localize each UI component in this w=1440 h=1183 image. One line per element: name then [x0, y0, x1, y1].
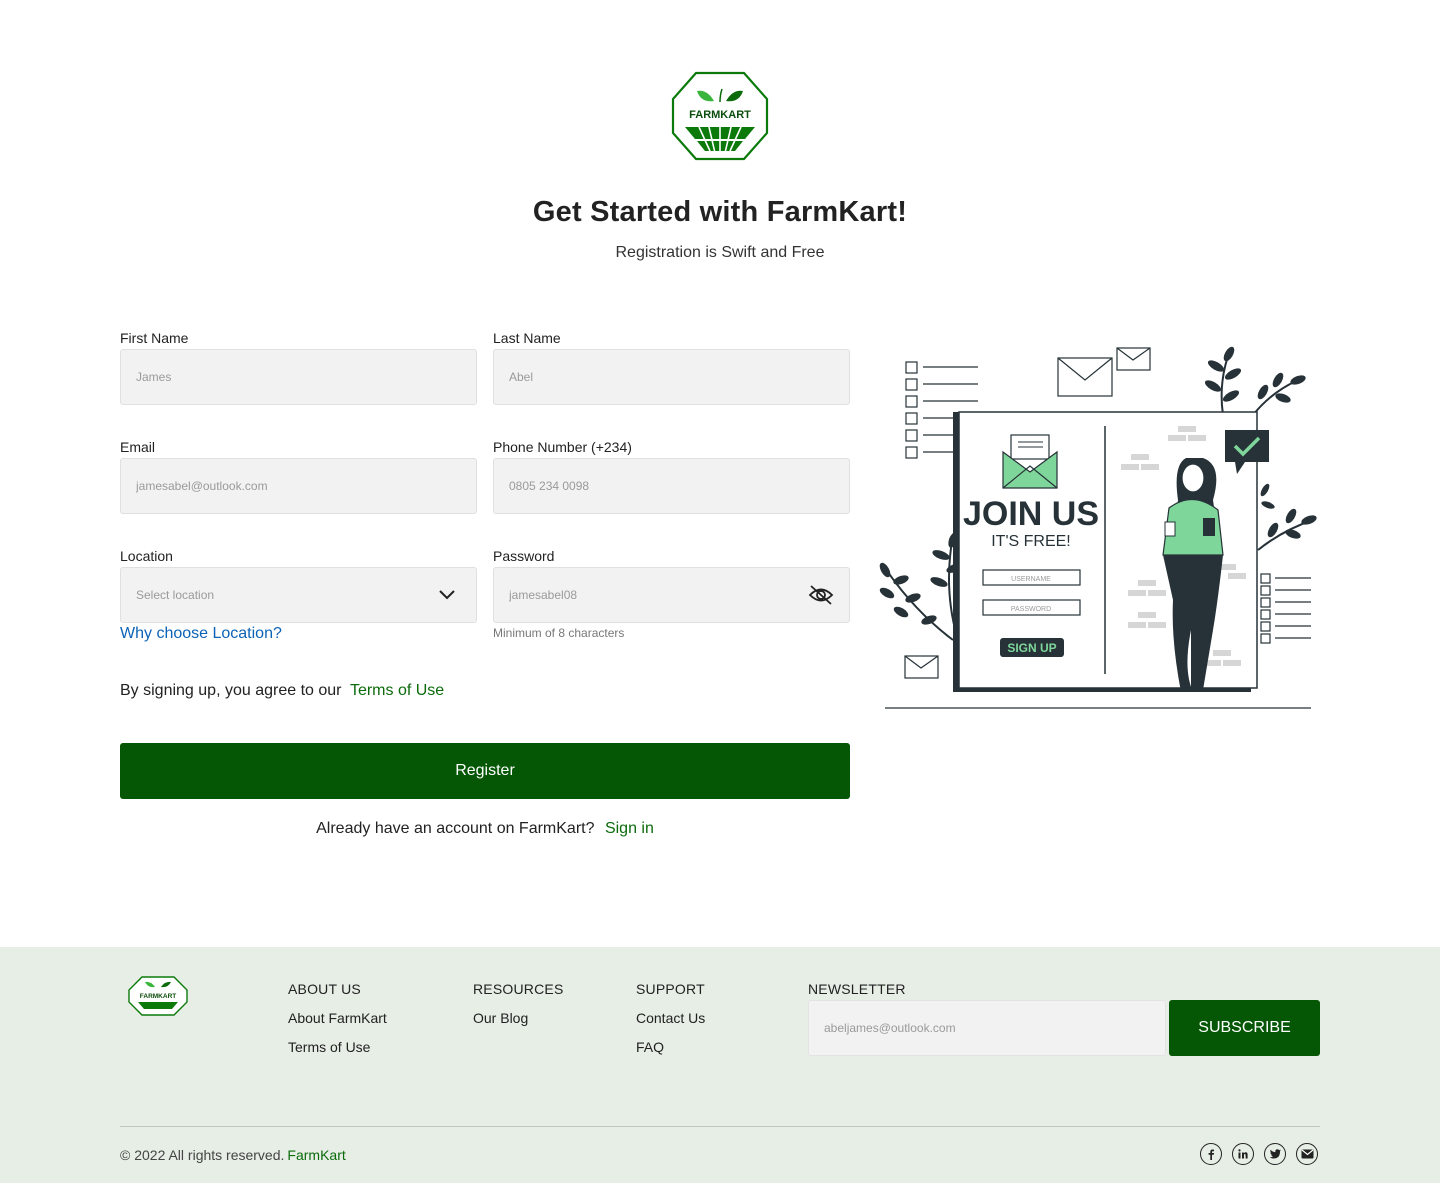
email-input[interactable] [136, 479, 461, 493]
svg-text:SIGN UP: SIGN UP [1007, 641, 1056, 655]
social-links [1200, 1143, 1318, 1165]
svg-text:IT'S FREE!: IT'S FREE! [991, 533, 1071, 550]
chevron-down-icon[interactable] [433, 581, 461, 609]
page-title: Get Started with FarmKart! [532, 196, 908, 228]
phone-label: Phone Number (+234) [493, 439, 632, 455]
copyright: © 2022 All rights reserved. FarmKart [120, 1147, 346, 1163]
why-location-link[interactable]: Why choose Location? [120, 625, 282, 643]
password-input[interactable] [509, 588, 808, 602]
terms-prefix: By signing up, you agree to our [120, 682, 342, 699]
phone-input[interactable] [509, 479, 834, 493]
svg-text:FARMKART: FARMKART [140, 993, 176, 1000]
facebook-icon[interactable] [1200, 1143, 1222, 1165]
svg-text:PASSWORD: PASSWORD [1011, 606, 1051, 613]
subscribe-button[interactable]: SUBSCRIBE [1169, 1000, 1320, 1056]
last-name-field[interactable] [493, 349, 850, 405]
footer-link-faq[interactable]: FAQ [636, 1039, 664, 1055]
svg-text:FARMKART: FARMKART [689, 109, 751, 121]
last-name-label: Last Name [493, 330, 561, 346]
twitter-icon[interactable] [1264, 1143, 1286, 1165]
terms-link[interactable]: Terms of Use [350, 682, 444, 699]
last-name-input[interactable] [509, 370, 834, 384]
password-label: Password [493, 548, 555, 564]
footer-support-title: SUPPORT [636, 981, 705, 997]
email-label: Email [120, 439, 156, 455]
location-placeholder: Select location [136, 588, 215, 602]
footer-logo[interactable]: FARMKART [128, 976, 188, 1016]
password-hint: Minimum of 8 characters [493, 626, 625, 640]
svg-text:JOIN US: JOIN US [963, 495, 1099, 533]
footer-link-contact[interactable]: Contact Us [636, 1010, 705, 1026]
footer-newsletter-title: NEWSLETTER [808, 981, 906, 997]
mail-icon[interactable] [1296, 1143, 1318, 1165]
location-label: Location [120, 548, 173, 564]
signin-prefix: Already have an account on FarmKart? [316, 820, 595, 837]
footer-link-about-farmkart[interactable]: About FarmKart [288, 1010, 387, 1026]
terms-notice: By signing up, you agree to our Terms of… [120, 682, 444, 700]
eye-off-icon[interactable] [808, 581, 834, 609]
join-us-illustration: JOIN US IT'S FREE! USERNAME PASSWORD SIG… [873, 340, 1323, 715]
footer-link-blog[interactable]: Our Blog [473, 1010, 528, 1026]
newsletter-email-input[interactable] [824, 1021, 1150, 1035]
footer-divider [120, 1126, 1320, 1127]
svg-text:USERNAME: USERNAME [1011, 576, 1051, 583]
copyright-text: © 2022 All rights reserved. [120, 1147, 285, 1163]
first-name-field[interactable] [120, 349, 477, 405]
first-name-input[interactable] [136, 370, 461, 384]
linkedin-icon[interactable] [1232, 1143, 1254, 1165]
location-select[interactable]: Select location [120, 567, 477, 623]
copyright-brand-link[interactable]: FarmKart [287, 1147, 345, 1163]
register-button[interactable]: Register [120, 743, 850, 799]
newsletter-field[interactable] [808, 1000, 1166, 1056]
footer-about-title: ABOUT US [288, 981, 361, 997]
footer-resources-title: RESOURCES [473, 981, 564, 997]
phone-field[interactable] [493, 458, 850, 514]
first-name-label: First Name [120, 330, 189, 346]
signin-prompt: Already have an account on FarmKart? Sig… [120, 820, 850, 838]
farmkart-logo[interactable]: FARMKART [671, 71, 769, 161]
footer-link-terms[interactable]: Terms of Use [288, 1039, 370, 1055]
password-field[interactable] [493, 567, 850, 623]
email-field[interactable] [120, 458, 477, 514]
page-subtitle: Registration is Swift and Free [615, 244, 825, 261]
signin-link[interactable]: Sign in [605, 820, 654, 837]
